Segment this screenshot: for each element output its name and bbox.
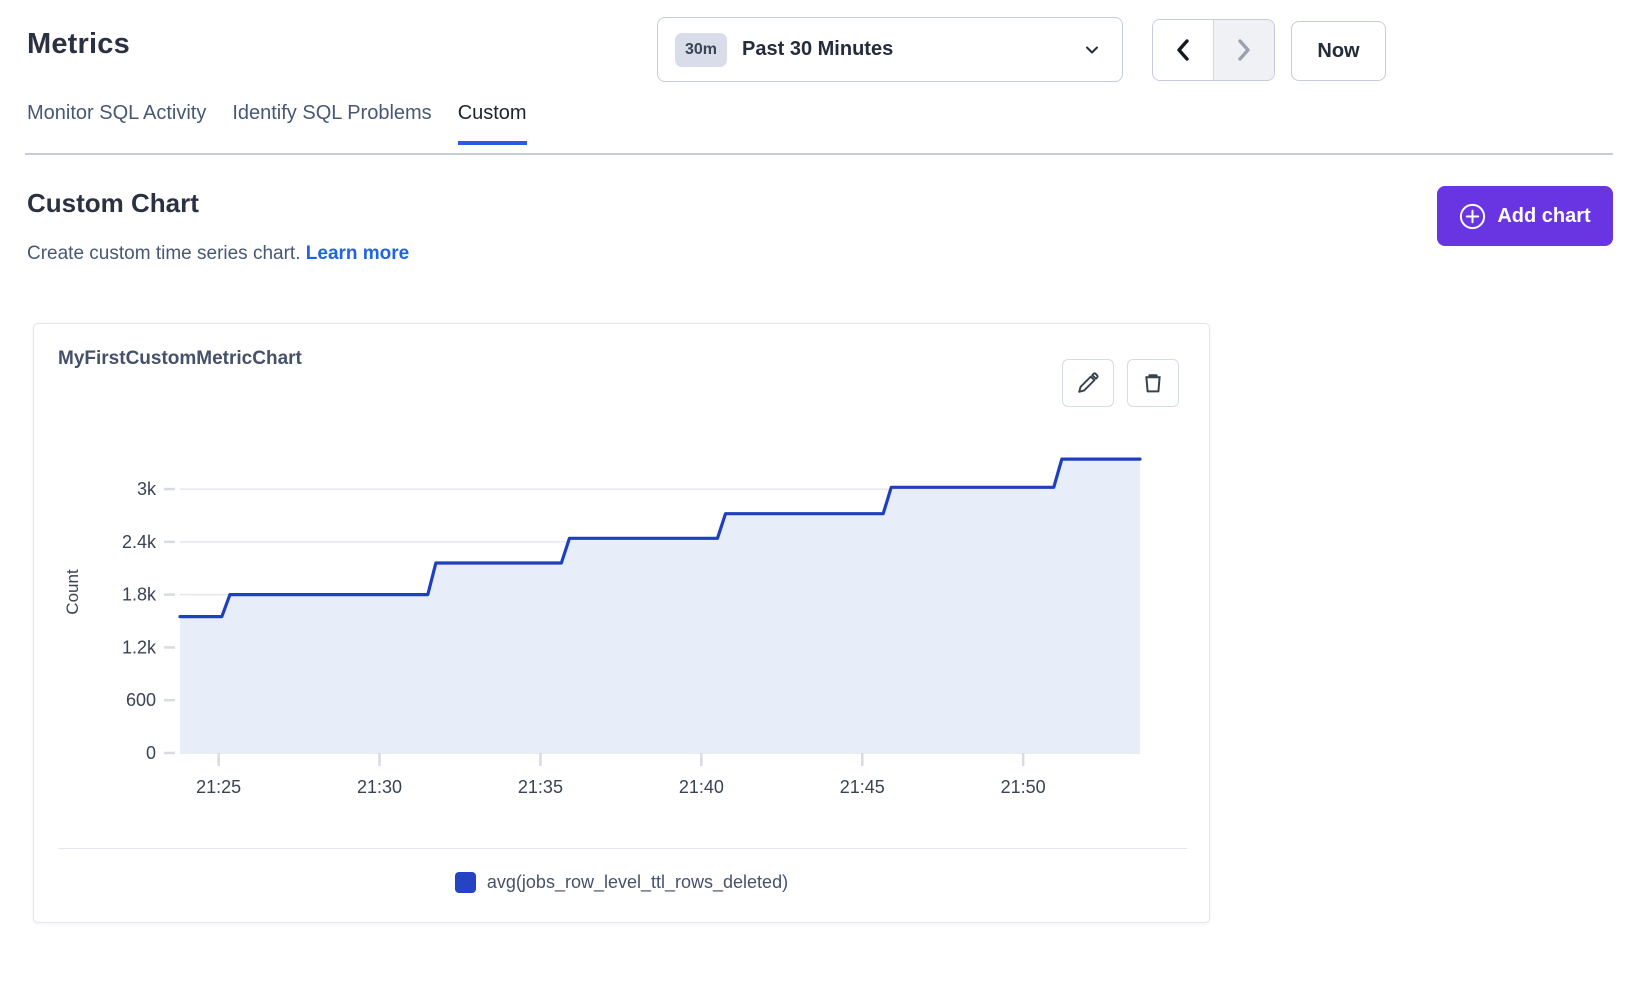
- tab-identify-sql-problems[interactable]: Identify SQL Problems: [232, 102, 431, 145]
- svg-text:1.8k: 1.8k: [122, 585, 157, 605]
- previous-time-button[interactable]: [1153, 20, 1214, 80]
- learn-more-link[interactable]: Learn more: [306, 243, 409, 264]
- next-time-button[interactable]: [1214, 20, 1275, 80]
- time-range-dropdown[interactable]: 30m Past 30 Minutes: [657, 17, 1123, 82]
- section-title: Custom Chart: [27, 188, 199, 219]
- tab-bar: Monitor SQL Activity Identify SQL Proble…: [27, 102, 527, 145]
- add-chart-button[interactable]: Add chart: [1437, 186, 1613, 246]
- svg-text:600: 600: [126, 690, 156, 710]
- tab-monitor-sql-activity[interactable]: Monitor SQL Activity: [27, 102, 206, 145]
- legend-divider: [58, 848, 1187, 849]
- svg-text:21:45: 21:45: [840, 777, 885, 797]
- legend[interactable]: avg(jobs_row_level_ttl_rows_deleted): [34, 872, 1209, 893]
- section-subtitle: Create custom time series chart. Learn m…: [27, 243, 409, 265]
- chevron-down-icon: [1084, 42, 1100, 58]
- svg-text:21:40: 21:40: [679, 777, 724, 797]
- time-range-badge: 30m: [675, 33, 727, 67]
- svg-text:Count: Count: [63, 569, 82, 615]
- svg-text:3k: 3k: [137, 479, 157, 499]
- section-subtitle-text: Create custom time series chart.: [27, 243, 300, 264]
- legend-swatch: [455, 872, 476, 893]
- chart-card: MyFirstCustomMetricChart 06001.2k1.8k2.4…: [33, 323, 1210, 923]
- svg-text:21:25: 21:25: [196, 777, 241, 797]
- plus-circle-icon: [1459, 203, 1486, 230]
- svg-text:21:30: 21:30: [357, 777, 402, 797]
- add-chart-label: Add chart: [1497, 205, 1590, 228]
- svg-text:2.4k: 2.4k: [122, 532, 157, 552]
- legend-label: avg(jobs_row_level_ttl_rows_deleted): [487, 872, 788, 893]
- custom-chart-svg: 0 600 1.2k 1.8k 2.4k 3k 21:25 21:30 21:35 21:40 21…: [34, 324, 1211, 824]
- chevron-left-icon: [1173, 38, 1193, 62]
- time-nav-group: [1152, 19, 1275, 81]
- svg-text:21:35: 21:35: [518, 777, 563, 797]
- tabs-divider: [25, 153, 1613, 155]
- svg-text:0: 0: [146, 743, 156, 763]
- page-title: Metrics: [27, 28, 130, 61]
- now-button[interactable]: Now: [1291, 21, 1386, 81]
- svg-text:1.2k: 1.2k: [122, 637, 157, 657]
- time-range-label: Past 30 Minutes: [742, 38, 1084, 61]
- chevron-right-icon: [1234, 38, 1254, 62]
- svg-text:21:50: 21:50: [1001, 777, 1046, 797]
- tab-custom[interactable]: Custom: [458, 102, 527, 145]
